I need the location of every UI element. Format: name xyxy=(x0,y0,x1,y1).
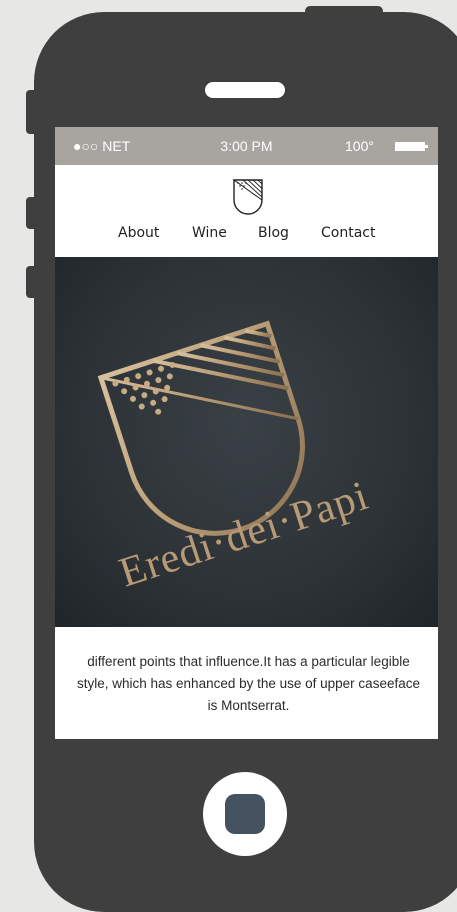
nav-about-link[interactable]: About xyxy=(118,225,159,241)
home-button-square-icon xyxy=(225,794,265,834)
battery-icon xyxy=(395,142,428,151)
home-button[interactable] xyxy=(203,772,287,856)
battery-label: 100° xyxy=(345,138,374,154)
phone-speaker xyxy=(205,82,285,98)
nav-wine-link[interactable]: Wine xyxy=(192,225,227,241)
site-header: About Wine Blog Contact xyxy=(55,165,438,257)
phone-screen: ●○○ NET 3:00 PM 100° About Wine Blog Con… xyxy=(55,127,438,739)
nav-blog-link[interactable]: Blog xyxy=(258,225,289,241)
description-text: different points that influence.It has a… xyxy=(77,654,420,713)
clock: 3:00 PM xyxy=(220,138,273,154)
brand-wordmark: Eredi·dei·Papi xyxy=(114,473,374,597)
embossed-logo-illustration: Eredi·dei·Papi xyxy=(97,320,374,597)
nav-contact-link[interactable]: Contact xyxy=(321,225,375,241)
shield-logo-icon[interactable] xyxy=(231,176,265,218)
hero-image: Eredi·dei·Papi xyxy=(55,257,438,627)
status-bar: ●○○ NET 3:00 PM 100° xyxy=(55,127,438,165)
